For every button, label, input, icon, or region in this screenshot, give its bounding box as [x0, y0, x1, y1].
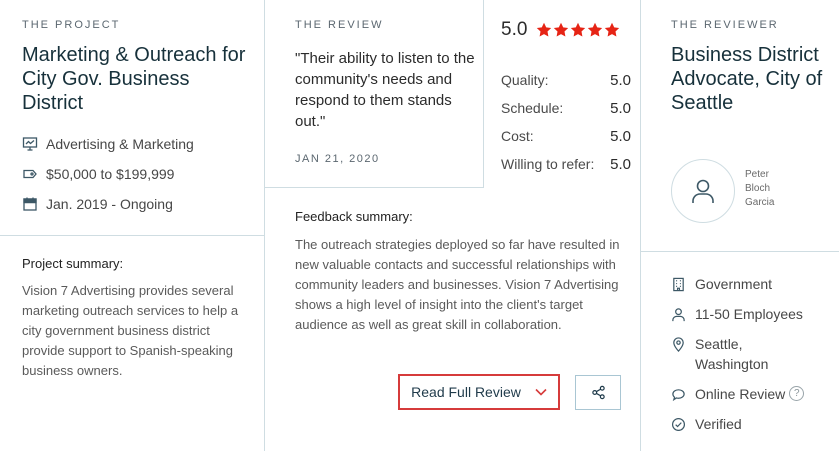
reviewer-eyebrow: THE REVIEWER [671, 19, 779, 31]
project-budget-label: $50,000 to $199,999 [46, 166, 175, 182]
reviewer-review-source: Online Review ? [671, 384, 805, 404]
review-eyebrow: THE REVIEW [295, 19, 384, 31]
rating-value: 5.0 [610, 156, 631, 173]
reviewer-location: Seattle, Washington [671, 334, 821, 374]
rating-label: Quality: [501, 72, 549, 88]
review-date: JAN 21, 2020 [295, 153, 380, 165]
person-icon [671, 304, 687, 324]
project-service-label: Advertising & Marketing [46, 136, 194, 152]
reviewer-name: Peter Bloch Garcia [745, 169, 775, 208]
project-service: Advertising & Marketing [22, 134, 194, 154]
rating-label: Cost: [501, 128, 534, 144]
rating-schedule: Schedule: 5.0 [501, 100, 631, 117]
project-duration-label: Jan. 2019 - Ongoing [46, 196, 173, 212]
reviewer-title: Business District Advocate, City of Seat… [671, 44, 823, 114]
project-divider [0, 235, 264, 236]
project-budget: $50,000 to $199,999 [22, 164, 174, 184]
chat-bubble-icon [671, 384, 687, 404]
check-circle-icon [671, 414, 687, 434]
star-icon [605, 22, 620, 37]
reviewer-industry-label: Government [695, 276, 773, 292]
reviewer-column: THE REVIEWER Business District Advocate,… [641, 0, 839, 451]
review-divider [265, 187, 483, 188]
calendar-icon [22, 196, 38, 212]
reviewer-review-source-label: Online Review [695, 386, 786, 402]
rating-label: Willing to refer: [501, 156, 595, 172]
reviewer-company-size: 11-50 Employees [671, 304, 803, 324]
rating-value: 5.0 [610, 72, 631, 89]
rating-cost: Cost: 5.0 [501, 128, 631, 145]
share-button[interactable] [575, 375, 621, 410]
project-eyebrow: THE PROJECT [22, 19, 121, 31]
user-icon [692, 179, 714, 203]
location-pin-icon [671, 334, 687, 354]
presentation-icon [22, 136, 38, 152]
overall-rating: 5.0 [501, 19, 621, 41]
overall-score: 5.0 [501, 19, 528, 40]
read-full-review-button[interactable]: Read Full Review [398, 374, 560, 410]
rating-value: 5.0 [610, 100, 631, 117]
reviewer-industry: Government [671, 274, 772, 294]
star-icon [588, 22, 603, 37]
reviewer-divider [641, 251, 839, 252]
project-column: THE PROJECT Marketing & Outreach for Cit… [0, 0, 264, 451]
project-summary-label: Project summary: [22, 256, 124, 271]
review-quote: "Their ability to listen to the communit… [295, 50, 475, 130]
reviewer-verified-label: Verified [695, 416, 742, 432]
share-icon [591, 385, 605, 400]
rating-quality: Quality: 5.0 [501, 72, 631, 89]
star-icon [554, 22, 569, 37]
help-icon[interactable]: ? [789, 386, 805, 401]
project-duration: Jan. 2019 - Ongoing [22, 194, 173, 214]
rating-value: 5.0 [610, 128, 631, 145]
rating-label: Schedule: [501, 100, 564, 116]
project-title: Marketing & Outreach for City Gov. Busin… [22, 44, 246, 114]
chevron-down-icon [535, 388, 547, 396]
reviewer-company-size-label: 11-50 Employees [695, 306, 803, 322]
reviewer-verified: Verified [671, 414, 742, 434]
star-icon [571, 22, 586, 37]
star-rating [536, 22, 621, 38]
price-tag-icon [22, 166, 38, 182]
read-full-review-label: Read Full Review [411, 384, 521, 400]
rating-willing-to-refer: Willing to refer: 5.0 [501, 156, 631, 173]
building-icon [671, 274, 687, 294]
avatar [671, 159, 735, 223]
ratings-panel: 5.0 Quality: 5.0 Schedule: 5.0 Cost: 5.0… [483, 0, 642, 188]
feedback-summary-label: Feedback summary: [295, 209, 413, 224]
review-column: THE REVIEW "Their ability to listen to t… [264, 0, 641, 451]
reviewer-location-label: Seattle, Washington [695, 336, 769, 372]
project-summary-text: Vision 7 Advertising provides several ma… [22, 283, 239, 378]
star-icon [537, 22, 552, 37]
feedback-summary-text: The outreach strategies deployed so far … [295, 237, 620, 332]
